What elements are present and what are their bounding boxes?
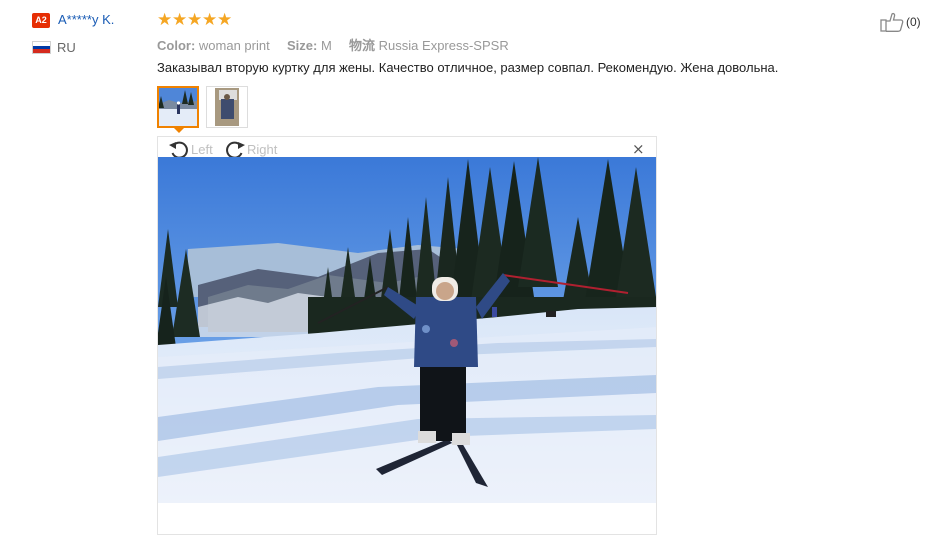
star-icon: ★ xyxy=(202,10,218,30)
size-value: M xyxy=(320,38,332,53)
helpful-count: (0) xyxy=(906,15,921,29)
photo-thumbnail-2[interactable] xyxy=(206,86,248,128)
shipping-value: Russia Express-SPSR xyxy=(378,38,509,53)
buyer-level-badge: A2 xyxy=(32,13,50,28)
photo-viewer: Left Right × xyxy=(157,136,657,535)
rotate-right-label: Right xyxy=(247,141,278,157)
rotate-right-icon xyxy=(226,141,245,159)
size-label: Size: xyxy=(286,38,318,53)
rotate-right-button[interactable]: Right xyxy=(224,139,277,159)
country-flag-icon xyxy=(32,41,51,54)
review-photo xyxy=(158,157,656,503)
star-icon: ★ xyxy=(157,10,173,30)
reviewer-country: RU xyxy=(57,40,76,55)
helpful-button[interactable]: (0) xyxy=(880,12,921,32)
rotate-left-label: Left xyxy=(191,141,213,157)
reviewer-name[interactable]: A*****y K. xyxy=(58,12,114,27)
shipping-icon: 物流 xyxy=(349,38,376,53)
ski-photo-thumbnail-image xyxy=(159,88,197,126)
star-icon: ★ xyxy=(187,10,203,30)
rotate-left-icon xyxy=(169,141,188,159)
thumbs-up-icon xyxy=(880,12,904,32)
rotate-left-button[interactable]: Left xyxy=(168,139,213,159)
color-value: woman print xyxy=(198,38,270,53)
photo-thumbnail-1[interactable] xyxy=(157,86,199,128)
color-label: Color: xyxy=(157,38,196,53)
active-thumbnail-caret xyxy=(173,127,185,133)
order-attributes: Color: woman print Size: M 物流 Russia Exp… xyxy=(157,35,509,54)
skier-photo-image xyxy=(158,157,656,503)
star-icon: ★ xyxy=(172,10,188,30)
star-icon: ★ xyxy=(217,10,233,30)
close-viewer-button[interactable]: × xyxy=(632,141,645,157)
star-rating: ★ ★ ★ ★ ★ xyxy=(157,11,232,29)
review-text: Заказывал вторую куртку для жены. Качест… xyxy=(157,60,779,75)
jacket-photo-thumbnail-image xyxy=(207,87,247,127)
